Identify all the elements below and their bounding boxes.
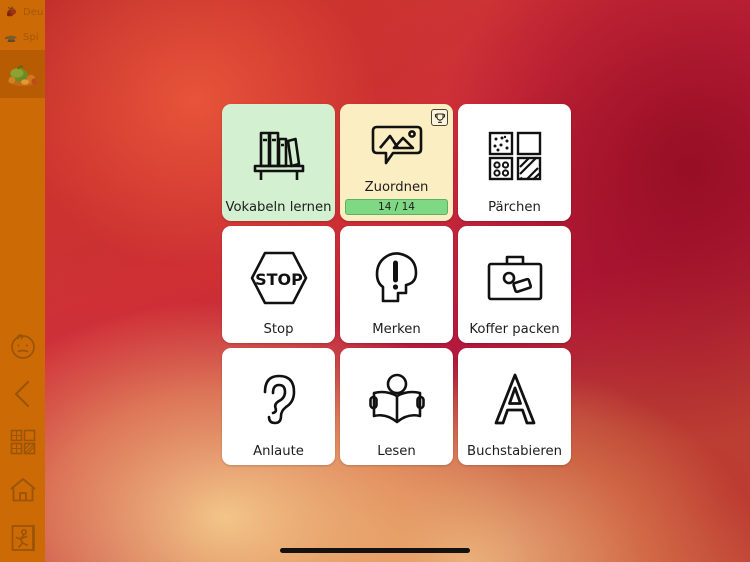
vegetables-icon bbox=[7, 65, 38, 86]
help-face-icon[interactable] bbox=[0, 322, 45, 370]
letter-a-icon bbox=[494, 373, 535, 424]
svg-text:STOP: STOP bbox=[255, 270, 303, 289]
tile-label: Anlaute bbox=[253, 444, 304, 460]
tile-icon-wrap: STOP bbox=[222, 226, 335, 323]
tile-label: Koffer packen bbox=[469, 322, 560, 338]
bookshelf-icon bbox=[253, 131, 304, 180]
tile-zuordnen[interactable]: Zuordnen 14 / 14 bbox=[340, 104, 453, 221]
grid-tiles-icon[interactable] bbox=[0, 418, 45, 466]
tile-vokabeln-lernen[interactable]: Vokabeln lernen bbox=[222, 104, 335, 221]
tile-icon-wrap bbox=[458, 348, 571, 445]
tile-lesen[interactable]: Lesen bbox=[340, 348, 453, 465]
sidebar-item-vegetables[interactable] bbox=[0, 50, 45, 98]
sidebar-item-label: Spi bbox=[23, 32, 39, 43]
memory-pairs-icon bbox=[488, 131, 541, 180]
tile-label: Stop bbox=[263, 322, 294, 338]
sidebar-item-label: Deu bbox=[23, 7, 44, 18]
sidebar: Deu Spi bbox=[0, 0, 45, 562]
sidebar-action-list bbox=[0, 322, 45, 562]
home-icon[interactable] bbox=[0, 466, 45, 514]
head-exclamation-icon bbox=[375, 251, 417, 302]
tile-icon-wrap bbox=[222, 348, 335, 445]
progress-bar: 14 / 14 bbox=[345, 199, 448, 215]
ear-icon bbox=[263, 374, 295, 424]
tile-koffer-packen[interactable]: Koffer packen bbox=[458, 226, 571, 343]
sidebar-item-spi[interactable]: Spi bbox=[0, 25, 45, 50]
progress-text: 14 / 14 bbox=[378, 201, 415, 213]
sidebar-category-list: Deu Spi bbox=[0, 0, 45, 98]
tile-anlaute[interactable]: Anlaute bbox=[222, 348, 335, 465]
exit-icon[interactable] bbox=[0, 514, 45, 562]
tile-icon-wrap bbox=[458, 226, 571, 323]
activity-grid: Vokabeln lernen Zuordnen 14 / 14 Pärchen… bbox=[222, 104, 572, 465]
suitcase-icon bbox=[487, 255, 542, 300]
tile-icon-wrap bbox=[458, 104, 571, 201]
home-indicator bbox=[280, 548, 470, 553]
sidebar-item-deu[interactable]: Deu bbox=[0, 0, 45, 25]
tile-label: Buchstabieren bbox=[467, 444, 562, 460]
back-chevron-icon[interactable] bbox=[0, 370, 45, 418]
tile-merken[interactable]: Merken bbox=[340, 226, 453, 343]
tile-label: Pärchen bbox=[488, 200, 541, 216]
tile-label: Zuordnen bbox=[364, 180, 429, 196]
tile-icon-wrap bbox=[340, 226, 453, 323]
tile-paerchen[interactable]: Pärchen bbox=[458, 104, 571, 221]
stop-sign-icon: STOP bbox=[250, 251, 307, 304]
tile-label: Lesen bbox=[377, 444, 416, 460]
app-root: Deu Spi Vokabeln lernen Zuordnen 14 / 14… bbox=[0, 0, 750, 562]
berry-icon bbox=[7, 6, 17, 17]
tile-buchstabieren[interactable]: Buchstabieren bbox=[458, 348, 571, 465]
hedgehog-icon bbox=[4, 35, 19, 43]
tile-stop[interactable]: STOP Stop bbox=[222, 226, 335, 343]
trophy-icon bbox=[431, 109, 448, 126]
person-reading-icon bbox=[368, 373, 425, 423]
tile-icon-wrap bbox=[222, 104, 335, 201]
picture-speech-bubble-icon bbox=[371, 125, 422, 164]
tile-label: Merken bbox=[372, 322, 421, 338]
tile-icon-wrap bbox=[340, 348, 453, 445]
tile-label: Vokabeln lernen bbox=[225, 200, 332, 216]
